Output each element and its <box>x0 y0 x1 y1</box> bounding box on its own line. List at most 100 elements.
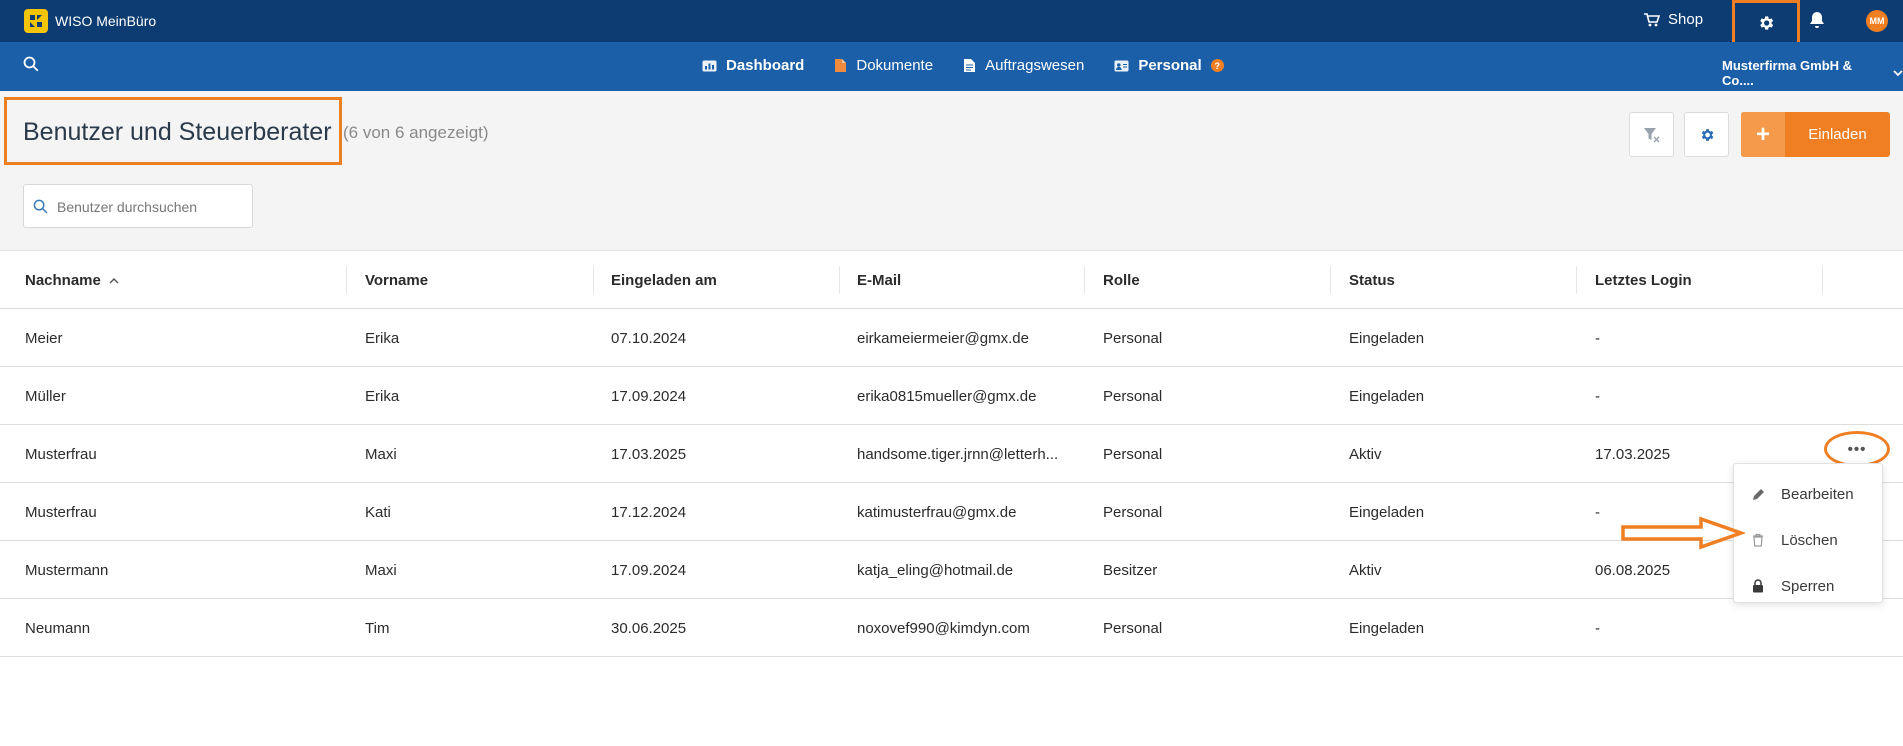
menu-bearbeiten-label: Bearbeiten <box>1781 485 1854 503</box>
row-context-menu: Bearbeiten Löschen Sperren <box>1733 463 1883 603</box>
col-nachname[interactable]: Nachname <box>25 251 119 309</box>
settings-button[interactable] <box>1732 0 1800 46</box>
menu-item-bearbeiten[interactable]: Bearbeiten <box>1734 475 1882 513</box>
cell-email: katja_eling@hotmail.de <box>857 561 1014 579</box>
nav-dashboard[interactable]: Dashboard <box>702 57 804 74</box>
page-header: Benutzer und Steuerberater (6 von 6 ange… <box>0 91 1903 251</box>
invite-button[interactable]: + Einladen <box>1741 112 1890 157</box>
cell-status: Eingeladen <box>1349 503 1425 521</box>
cart-icon <box>1644 12 1660 26</box>
col-rolle[interactable]: Rolle <box>1103 251 1140 309</box>
column-divider[interactable] <box>839 266 840 294</box>
nav-dokumente-label: Dokumente <box>856 57 934 74</box>
column-divider[interactable] <box>1576 266 1577 294</box>
cell-nachname: Neumann <box>25 619 91 637</box>
cell-eingeladen-am: 17.09.2024 <box>611 561 687 579</box>
notifications-bell-icon[interactable] <box>1809 11 1825 34</box>
user-search[interactable] <box>23 184 253 228</box>
col-eingeladen[interactable]: Eingeladen am <box>611 251 717 309</box>
table-row[interactable]: Neumann Tim 30.06.2025 noxovef990@kimdyn.co… <box>0 599 1903 657</box>
cell-email: noxovef990@kimdyn.com <box>857 619 1030 637</box>
chevron-down-icon <box>1893 69 1903 76</box>
menu-item-loeschen[interactable]: Löschen <box>1734 521 1882 559</box>
filter-clear-icon <box>1643 127 1659 142</box>
cell-eingeladen-am: 17.12.2024 <box>611 503 687 521</box>
col-nachname-label: Nachname <box>25 271 101 289</box>
search-icon <box>33 199 48 214</box>
row-actions-button[interactable]: ••• <box>1824 431 1890 467</box>
cell-status: Eingeladen <box>1349 619 1425 637</box>
table-body: Meier Erika 07.10.2024 eirkameiermeier@gmx.… <box>0 309 1903 657</box>
col-email[interactable]: E-Mail <box>857 251 901 309</box>
gear-icon <box>1760 16 1774 30</box>
column-divider[interactable] <box>1330 266 1331 294</box>
cell-status: Aktiv <box>1349 561 1382 579</box>
clear-filter-button[interactable] <box>1629 112 1674 157</box>
page-title: Benutzer und Steuerberater <box>23 118 332 146</box>
help-badge[interactable]: ? <box>1210 59 1224 72</box>
cell-vorname: Erika <box>365 329 400 347</box>
cell-nachname: Meier <box>25 329 63 347</box>
cell-nachname: Musterfrau <box>25 445 97 463</box>
cell-letztes-login: - <box>1595 329 1600 347</box>
search-icon[interactable] <box>23 56 39 77</box>
nav-auftragswesen-label: Auftragswesen <box>985 57 1085 74</box>
nav-personal-label: Personal <box>1138 57 1202 74</box>
cell-vorname: Tim <box>365 619 390 637</box>
personal-icon <box>1114 60 1129 71</box>
cell-nachname: Müller <box>25 387 66 405</box>
cell-rolle: Personal <box>1103 503 1163 521</box>
pencil-icon <box>1753 489 1764 500</box>
gear-icon <box>1701 128 1713 141</box>
documents-icon <box>835 59 847 72</box>
cell-vorname: Maxi <box>365 561 397 579</box>
wiso-logo-icon[interactable] <box>24 9 48 33</box>
lock-icon <box>1753 579 1763 593</box>
col-letztes-login[interactable]: Letztes Login <box>1595 251 1692 309</box>
menu-loeschen-label: Löschen <box>1781 531 1838 549</box>
column-divider[interactable] <box>1084 266 1085 294</box>
table-row[interactable]: Musterfrau Kati 17.12.2024 katimusterfrau@g… <box>0 483 1903 541</box>
col-status[interactable]: Status <box>1349 251 1395 309</box>
table-row[interactable]: Mustermann Maxi 17.09.2024 katja_eling@hotm… <box>0 541 1903 599</box>
table-row[interactable]: Musterfrau Maxi 17.03.2025 handsome.tiger.j… <box>0 425 1903 483</box>
orders-icon <box>964 59 976 72</box>
company-selector[interactable]: Musterfirma GmbH & Co.... <box>1722 58 1903 88</box>
col-vorname[interactable]: Vorname <box>365 251 428 309</box>
cell-status: Aktiv <box>1349 445 1382 463</box>
cell-nachname: Musterfrau <box>25 503 97 521</box>
column-divider[interactable] <box>346 266 347 294</box>
table-row[interactable]: Müller Erika 17.09.2024 erika0815mueller@gm… <box>0 367 1903 425</box>
cell-status: Eingeladen <box>1349 387 1425 405</box>
table-settings-button[interactable] <box>1684 112 1729 157</box>
cell-email: eirkameiermeier@gmx.de <box>857 329 1029 347</box>
menu-item-sperren[interactable]: Sperren <box>1734 567 1882 605</box>
cell-letztes-login: - <box>1595 503 1600 521</box>
menu-sperren-label: Sperren <box>1781 577 1835 595</box>
cell-rolle: Personal <box>1103 329 1163 347</box>
column-divider[interactable] <box>1822 266 1823 294</box>
plus-icon: + <box>1741 112 1785 157</box>
sort-asc-icon <box>109 277 119 283</box>
cell-nachname: Mustermann <box>25 561 109 579</box>
table-row[interactable]: Meier Erika 07.10.2024 eirkameiermeier@gmx.… <box>0 309 1903 367</box>
cell-eingeladen-am: 07.10.2024 <box>611 329 687 347</box>
cell-email: erika0815mueller@gmx.de <box>857 387 1037 405</box>
main-nav: Dashboard Dokumente Auftragswesen Person… <box>0 42 1903 91</box>
user-avatar[interactable]: MM <box>1866 10 1888 32</box>
brand-name[interactable]: WISO MeinBüro <box>55 13 156 29</box>
nav-auftragswesen[interactable]: Auftragswesen <box>963 57 1084 74</box>
cell-eingeladen-am: 17.09.2024 <box>611 387 687 405</box>
cell-email: katimusterfrau@gmx.de <box>857 503 1017 521</box>
nav-dokumente[interactable]: Dokumente <box>834 57 933 74</box>
table-header: Nachname Vorname Eingeladen am E-Mail Ro… <box>0 251 1903 309</box>
shop-link[interactable]: Shop <box>1644 11 1703 28</box>
column-divider[interactable] <box>593 266 594 294</box>
user-search-input[interactable] <box>57 195 247 219</box>
cell-letztes-login: - <box>1595 387 1600 405</box>
dashboard-icon <box>702 60 717 71</box>
cell-vorname: Erika <box>365 387 400 405</box>
top-bar: WISO MeinBüro Shop MM <box>0 0 1903 46</box>
shop-label: Shop <box>1668 11 1704 28</box>
nav-personal[interactable]: Personal ? <box>1114 57 1224 74</box>
